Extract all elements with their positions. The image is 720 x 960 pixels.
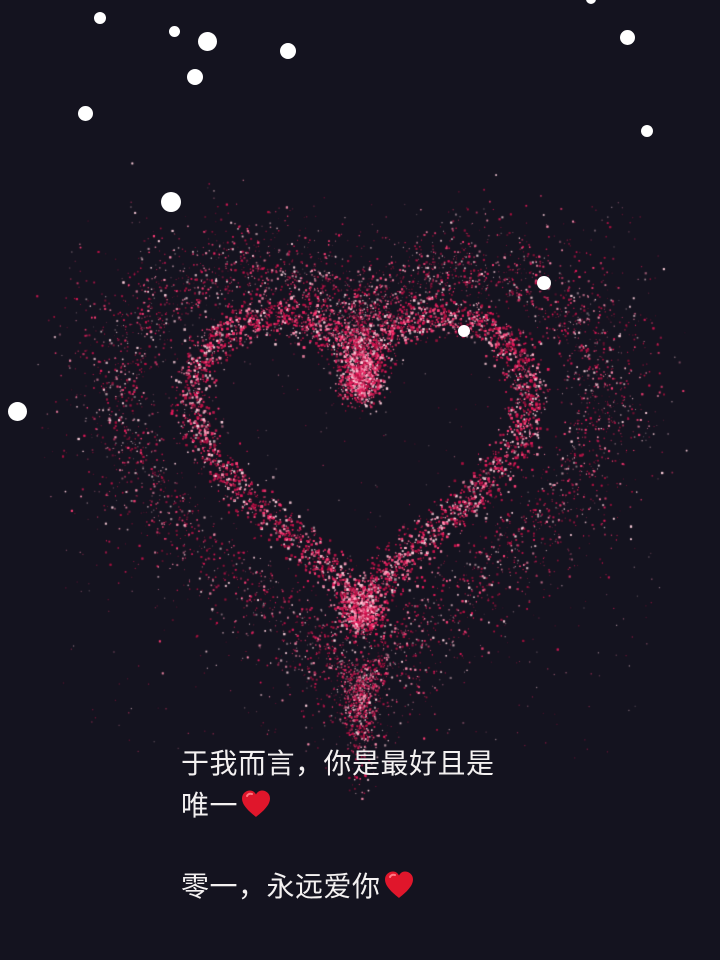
snow-dot bbox=[169, 26, 180, 37]
snow-dot bbox=[8, 402, 27, 421]
red-heart-icon bbox=[383, 870, 415, 900]
snow-dot bbox=[198, 32, 217, 51]
message-text-3: 零一，永远爱你 bbox=[181, 870, 381, 903]
red-heart-icon bbox=[240, 789, 272, 819]
message-line-2: 唯一 bbox=[181, 787, 272, 825]
message-line-3: 零一，永远爱你 bbox=[181, 868, 415, 906]
message-line-1: 于我而言，你是最好且是 bbox=[181, 745, 495, 783]
snow-dot bbox=[161, 192, 181, 212]
heart-animation-screen: 于我而言，你是最好且是 唯一 零一，永远爱你 bbox=[0, 0, 720, 960]
snow-dot bbox=[537, 276, 551, 290]
snow-dot bbox=[187, 69, 203, 85]
snow-dot bbox=[94, 12, 106, 24]
message-text-2: 唯一 bbox=[181, 789, 239, 822]
snow-dot bbox=[620, 30, 635, 45]
snow-dot bbox=[641, 125, 653, 137]
snow-dot bbox=[458, 325, 470, 337]
snow-dot bbox=[280, 43, 296, 59]
message-text-1: 于我而言，你是最好且是 bbox=[181, 747, 495, 780]
snow-dot bbox=[78, 106, 93, 121]
particle-heart bbox=[0, 0, 720, 960]
